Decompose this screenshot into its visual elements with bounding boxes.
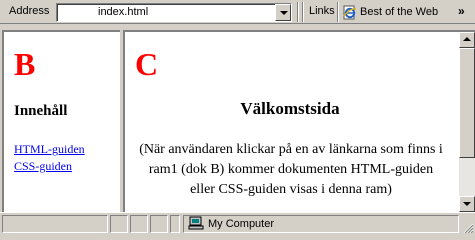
address-value: index.html bbox=[98, 6, 149, 18]
resize-grip[interactable] bbox=[462, 222, 474, 234]
ie-page-icon bbox=[342, 5, 357, 20]
arrow-down-icon[interactable] bbox=[459, 196, 475, 212]
computer-icon bbox=[188, 216, 204, 233]
welcome-body: (När användaren klickar på en av länkarn… bbox=[139, 142, 443, 197]
link-css-guide[interactable]: CSS-guiden bbox=[14, 158, 85, 175]
toolbar-separator bbox=[337, 2, 339, 22]
vertical-scrollbar[interactable] bbox=[459, 32, 475, 212]
scrollbar-thumb[interactable] bbox=[459, 48, 475, 158]
welcome-title: Välkomstsida bbox=[240, 99, 340, 118]
frame-c: C Välkomstsida (När användaren klickar p… bbox=[123, 30, 475, 212]
toolbar-separator bbox=[297, 2, 299, 22]
links-label[interactable]: Links bbox=[309, 5, 335, 17]
contents-heading: Innehåll bbox=[14, 103, 68, 119]
address-input[interactable]: index.html bbox=[56, 3, 292, 22]
status-pane-main bbox=[2, 215, 108, 233]
address-label: Address bbox=[9, 5, 50, 17]
frame-c-letter: C bbox=[135, 46, 159, 82]
guide-links: HTML-guiden CSS-guiden bbox=[14, 141, 85, 175]
security-zone-pane: My Computer bbox=[183, 215, 459, 233]
toolbar-overflow-chevron[interactable]: » bbox=[458, 4, 465, 18]
status-pane bbox=[170, 215, 180, 233]
best-of-the-web-label: Best of the Web bbox=[360, 6, 439, 18]
best-of-the-web-link[interactable]: Best of the Web bbox=[342, 3, 438, 21]
status-pane bbox=[110, 215, 128, 233]
status-bar: My Computer bbox=[0, 212, 475, 235]
link-html-guide[interactable]: HTML-guiden bbox=[14, 141, 85, 158]
frame-b: B Innehåll HTML-guiden CSS-guiden bbox=[2, 30, 120, 212]
frameset: B Innehåll HTML-guiden CSS-guiden C Välk… bbox=[0, 26, 475, 212]
chevron-down-icon[interactable] bbox=[275, 4, 291, 21]
address-toolbar: Address index.html Links Best of the Web… bbox=[0, 0, 475, 24]
arrow-up-icon[interactable] bbox=[459, 32, 475, 48]
status-pane bbox=[150, 215, 168, 233]
status-pane bbox=[130, 215, 148, 233]
toolbar-separator bbox=[302, 2, 304, 22]
security-zone-label: My Computer bbox=[208, 218, 275, 230]
frame-b-letter: B bbox=[14, 46, 36, 82]
